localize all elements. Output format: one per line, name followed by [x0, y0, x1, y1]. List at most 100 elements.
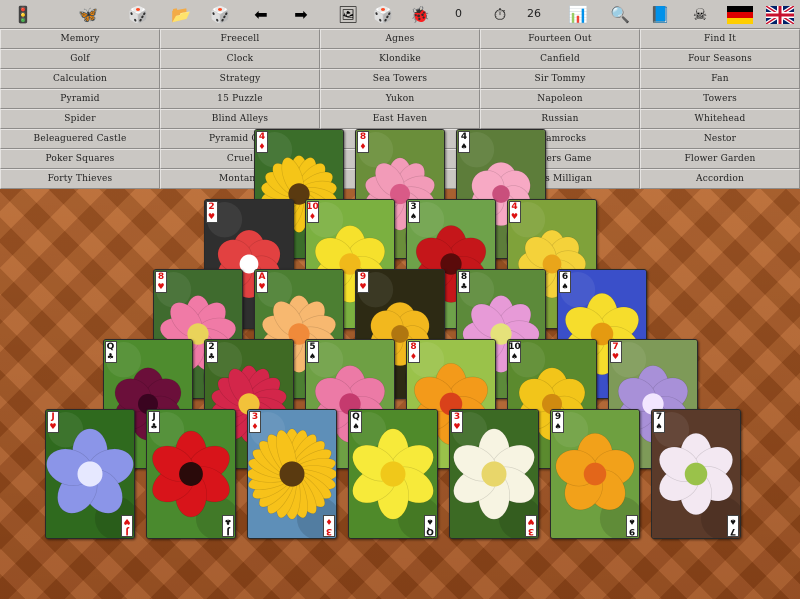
menu-item-whitehead[interactable]: Whitehead: [640, 109, 800, 129]
redo-arrow-icon[interactable]: ➡: [283, 1, 319, 28]
uk-flag-graphic: [766, 5, 794, 24]
menu-item-nestor[interactable]: Nestor: [640, 129, 800, 149]
playing-card[interactable]: J ♥ J ♥: [45, 409, 135, 539]
menu-item-fourteen-out[interactable]: Fourteen Out: [480, 29, 640, 49]
playing-card[interactable]: 9 ♠ 9 ♠: [550, 409, 640, 539]
card-rank: Q: [352, 412, 360, 422]
butterfly-icon[interactable]: 🦋: [70, 1, 106, 28]
menu-item-forty-thieves[interactable]: Forty Thieves: [0, 169, 160, 189]
menu-item-freecell[interactable]: Freecell: [160, 29, 320, 49]
menu-item-flower-garden[interactable]: Flower Garden: [640, 149, 800, 169]
playing-card[interactable]: J ♣ J ♣: [146, 409, 236, 539]
playing-card[interactable]: 3 ♥ 3 ♥: [449, 409, 539, 539]
menu-item-yukon[interactable]: Yukon: [320, 89, 480, 109]
card-suit: ♠: [409, 212, 418, 221]
menu-item-napoleon[interactable]: Napoleon: [480, 89, 640, 109]
menu-item-agnes[interactable]: Agnes: [320, 29, 480, 49]
card-rank: J: [125, 526, 129, 536]
card-index-top: J ♣: [148, 411, 160, 433]
dice-pair-icon[interactable]: 🎲: [365, 1, 401, 28]
card-suit: ♦: [359, 142, 367, 151]
card-rank: 5: [309, 342, 316, 352]
pirate-icon[interactable]: ☠: [685, 1, 715, 28]
card-rank: Q: [426, 526, 434, 536]
stopwatch-icon[interactable]: ⏱: [485, 1, 515, 28]
statistics-chart-icon[interactable]: 📊: [563, 1, 593, 28]
card-rank: 8: [460, 272, 468, 282]
card-suit: ♥: [207, 212, 216, 221]
menu-item-east-haven[interactable]: East Haven: [320, 109, 480, 129]
card-suit: ♥: [527, 517, 535, 526]
menu-item-towers[interactable]: Towers: [640, 89, 800, 109]
menu-item-calculation[interactable]: Calculation: [0, 69, 160, 89]
menu-item-clock[interactable]: Clock: [160, 49, 320, 69]
card-suit: ♣: [207, 352, 216, 361]
save-picture-icon[interactable]: 🖼: [330, 1, 366, 28]
menu-item-klondike[interactable]: Klondike: [320, 49, 480, 69]
playing-card[interactable]: 7 ♠ 7 ♠: [651, 409, 741, 539]
card-rank: 2: [208, 342, 215, 352]
menu-item-poker-squares[interactable]: Poker Squares: [0, 149, 160, 169]
menu-item-spider[interactable]: Spider: [0, 109, 160, 129]
card-suit: ♦: [308, 212, 317, 221]
menu-item-four-seasons[interactable]: Four Seasons: [640, 49, 800, 69]
german-flag-graphic: [727, 5, 753, 24]
menu-item-strategy[interactable]: Strategy: [160, 69, 320, 89]
menu-item-15-puzzle[interactable]: 15 Puzzle: [160, 89, 320, 109]
menu-item-accordion[interactable]: Accordion: [640, 169, 800, 189]
menu-item-beleaguered-castle[interactable]: Beleaguered Castle: [0, 129, 160, 149]
help-book-icon[interactable]: 📘: [645, 1, 675, 28]
card-index-top: 9 ♥: [357, 271, 369, 293]
menu-item-blind-alleys[interactable]: Blind Alleys: [160, 109, 320, 129]
menu-item-pyramid[interactable]: Pyramid: [0, 89, 160, 109]
card-suit: ♠: [554, 422, 562, 431]
magnifier-icon[interactable]: 🔍: [605, 1, 635, 28]
menu-item-memory[interactable]: Memory: [0, 29, 160, 49]
menu-item-canfield[interactable]: Canfield: [480, 49, 640, 69]
traffic-light-icon[interactable]: 🚦: [8, 1, 38, 28]
playing-card[interactable]: 3 ♦ 3 ♦: [247, 409, 337, 539]
card-index-top: 4 ♦: [256, 131, 268, 153]
card-index-top: A ♥: [256, 271, 268, 293]
dice-card-icon[interactable]: 🎲: [202, 1, 238, 28]
menu-item-sea-towers[interactable]: Sea Towers: [320, 69, 480, 89]
card-suit: ♣: [224, 517, 232, 526]
open-folder-card-icon[interactable]: 📂: [163, 1, 199, 28]
card-index-bottom: 9 ♠: [626, 515, 638, 537]
menu-item-golf[interactable]: Golf: [0, 49, 160, 69]
dice-butterfly-icon[interactable]: 🎲: [120, 1, 156, 28]
german-flag-icon[interactable]: [725, 1, 755, 28]
card-rank: 3: [453, 412, 461, 422]
menu-item-russian[interactable]: Russian: [480, 109, 640, 129]
card-rank: 3: [325, 526, 333, 536]
score-counter: 0: [455, 7, 462, 20]
card-index-top: 7 ♠: [653, 411, 665, 433]
card-suit: ♥: [453, 422, 461, 431]
card-rank: 10: [508, 342, 521, 352]
card-suit: ♠: [561, 282, 569, 291]
menu-item-sir-tommy[interactable]: Sir Tommy: [480, 69, 640, 89]
card-rank: A: [258, 272, 266, 282]
card-suit: ♣: [150, 422, 158, 431]
card-rank: 3: [410, 202, 417, 212]
card-suit: ♦: [258, 142, 266, 151]
menu-item-find-it[interactable]: Find It: [640, 29, 800, 49]
card-index-top: J ♥: [47, 411, 59, 433]
card-rank: 2: [208, 202, 215, 212]
menu-item-fan[interactable]: Fan: [640, 69, 800, 89]
card-suit: ♦: [251, 422, 259, 431]
card-suit: ♠: [308, 352, 317, 361]
card-index-top: 8 ♦: [357, 131, 369, 153]
card-index-top: 4 ♠: [458, 131, 470, 153]
card-rank: J: [51, 412, 55, 422]
ladybug-icon[interactable]: 🐞: [405, 1, 435, 28]
card-index-top: 2 ♥: [205, 201, 218, 223]
undo-arrow-icon[interactable]: ⬅: [243, 1, 279, 28]
playing-card[interactable]: Q ♠ Q ♠: [348, 409, 438, 539]
solitaire-app: 🚦 🦋 🎲 📂 🎲 ⬅ ➡ 🖼 🎲 🐞 0 ⏱ 26 📊 🔍 📘 ☠ Memor…: [0, 0, 800, 599]
uk-flag-icon[interactable]: [765, 1, 795, 28]
card-rank: 7: [655, 412, 663, 422]
toolbar: 🚦 🦋 🎲 📂 🎲 ⬅ ➡ 🖼 🎲 🐞 0 ⏱ 26 📊 🔍 📘 ☠: [0, 0, 800, 29]
card-index-top: 8 ♦: [407, 341, 420, 363]
card-index-top: 6 ♠: [559, 271, 571, 293]
